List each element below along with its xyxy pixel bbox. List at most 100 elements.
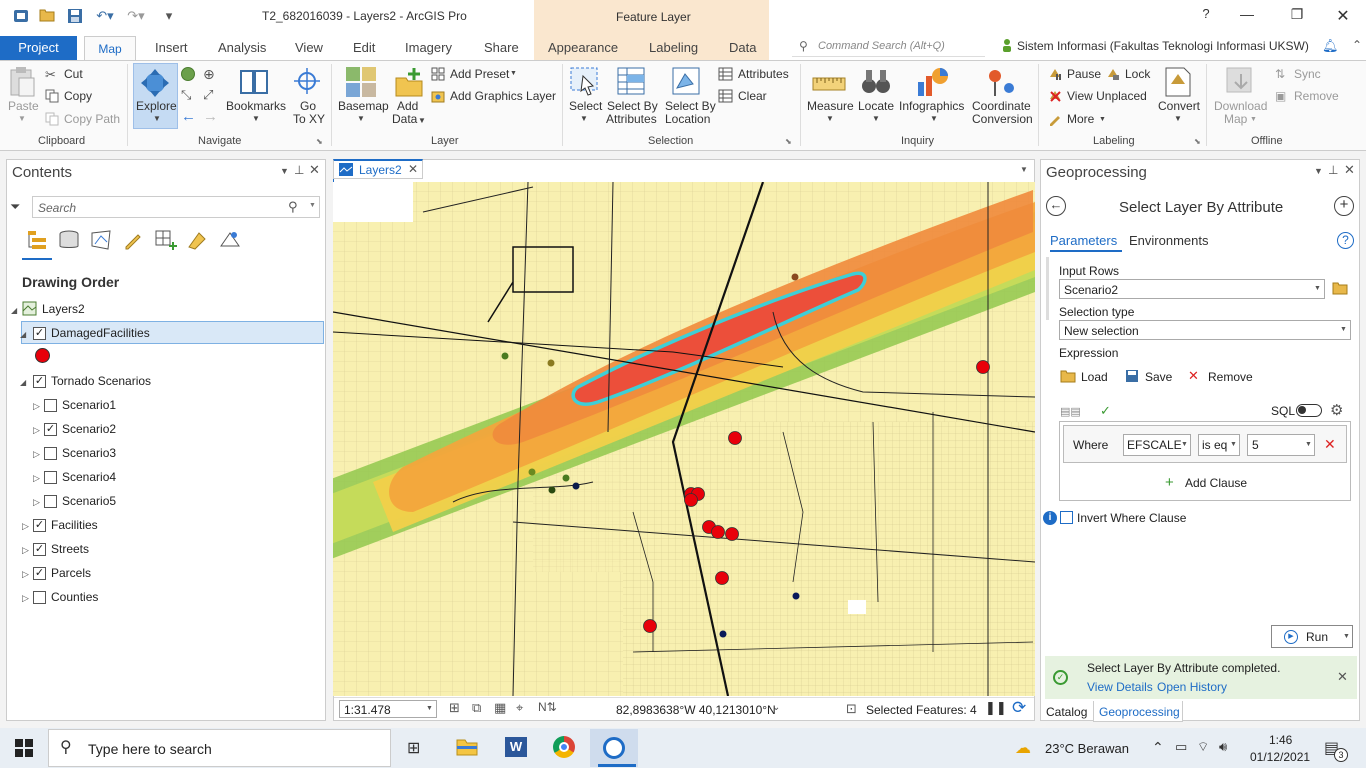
add-preset-dropdown-icon[interactable]: ▼ (510, 70, 517, 77)
measure-dropdown-icon[interactable]: ▼ (826, 114, 834, 123)
facility-point[interactable] (501, 352, 509, 360)
expand-map-icon[interactable]: ◢ (11, 306, 17, 315)
expand-counties-icon[interactable]: ▷ (22, 593, 29, 604)
bookmarks-button[interactable]: Bookmarks (226, 100, 286, 113)
damaged-facility-point[interactable] (728, 431, 742, 445)
damaged-facility-point[interactable] (643, 619, 657, 633)
selection-type-dropdown-icon[interactable]: ▼ (1340, 326, 1347, 333)
facility-point[interactable] (528, 468, 536, 476)
expand-facilities-icon[interactable]: ▷ (22, 521, 29, 532)
snapping-icon[interactable]: ⌖ (516, 700, 523, 716)
weather-text[interactable]: 23°C Berawan (1045, 741, 1129, 756)
tray-chevron-icon[interactable]: ⌃ (1152, 739, 1164, 756)
tab-environments[interactable]: Environments (1129, 233, 1208, 248)
file-explorer-icon[interactable] (456, 738, 478, 756)
info-icon[interactable]: i (1043, 511, 1057, 525)
download-map-dropdown-icon[interactable]: ▼ (1250, 116, 1257, 123)
input-rows-select[interactable]: Scenario2 ▼ (1059, 279, 1325, 299)
layer-name-scenario4[interactable]: Scenario4 (62, 470, 116, 484)
convert-button[interactable]: Convert (1158, 100, 1200, 113)
redo-icon[interactable]: ↷▾ (123, 8, 149, 24)
geo-close-icon[interactable]: ✕ (1344, 162, 1355, 178)
customize-qat-icon[interactable]: ▾ (160, 8, 178, 24)
search-options-icon[interactable]: ▼ (309, 202, 316, 209)
layer-checkbox-streets[interactable]: ✓ (33, 543, 46, 556)
geo-options-icon[interactable]: ▼ (1314, 166, 1323, 176)
field-select[interactable]: EFSCALE ▼ (1123, 434, 1191, 456)
zoom-out-fixed-icon[interactable]: ⤡ (181, 87, 191, 103)
add-preset-button[interactable]: Add Preset (450, 68, 509, 81)
geo-pin-icon[interactable]: ⊥ (1328, 163, 1338, 177)
add-data-dropdown-icon[interactable]: ▼ (418, 116, 426, 125)
bottom-tab-catalog[interactable]: Catalog (1046, 705, 1087, 719)
locate-button[interactable]: Locate (858, 100, 894, 113)
load-button[interactable]: Load (1081, 370, 1108, 384)
wifi-icon[interactable]: ⌔ (1197, 739, 1209, 755)
operator-dropdown-icon[interactable]: ▼ (1230, 441, 1237, 448)
view-unplaced-button[interactable]: View Unplaced (1067, 90, 1147, 103)
invert-where-checkbox[interactable] (1060, 511, 1073, 524)
paste-button[interactable]: Paste (8, 100, 39, 113)
scale-selector[interactable]: 1:31.478 ▼ (339, 700, 437, 718)
operator-select[interactable]: is eq ▼ (1198, 434, 1240, 456)
go-to-xy-label-2[interactable]: To XY (293, 113, 325, 126)
damaged-facility-symbol[interactable] (35, 348, 50, 363)
tab-labeling[interactable]: Labeling (649, 40, 698, 55)
layer-name-scenario1[interactable]: Scenario1 (62, 398, 116, 412)
bottom-tab-geoprocessing[interactable]: Geoprocessing (1099, 705, 1180, 719)
basemap-dropdown-icon[interactable]: ▼ (357, 114, 365, 123)
verify-expression-icon[interactable]: ✓ (1100, 403, 1111, 419)
select-button[interactable]: Select (569, 100, 602, 113)
paste-icon[interactable] (8, 66, 38, 98)
layer-checkbox-scenario5[interactable] (44, 495, 57, 508)
previous-extent-icon[interactable]: ← (181, 108, 196, 125)
expression-builder-icon[interactable]: ▤▤ (1060, 405, 1081, 418)
measure-button[interactable]: Measure (807, 100, 854, 113)
pause-drawing-icon[interactable]: ❚❚ (985, 700, 1007, 716)
word-icon[interactable]: W (505, 737, 527, 757)
north-arrow-icon[interactable]: N⇅ (538, 700, 557, 714)
pause-button[interactable]: Pause (1067, 68, 1101, 81)
undo-icon[interactable]: ↶▾ (92, 8, 118, 24)
volume-icon[interactable]: 🔊︎ (1219, 739, 1227, 755)
tab-view[interactable]: View (295, 40, 323, 55)
layer-name-scenario3[interactable]: Scenario3 (62, 446, 116, 460)
facility-point[interactable] (791, 273, 799, 281)
layer-checkbox-counties[interactable] (33, 591, 46, 604)
notification-bell-icon[interactable]: 🔔︎ (1322, 38, 1339, 54)
list-by-perspective-imagery-icon[interactable] (218, 228, 242, 252)
tab-insert[interactable]: Insert (155, 40, 188, 55)
map-tab-close-icon[interactable]: ✕ (408, 162, 418, 176)
layer-name-parcels[interactable]: Parcels (51, 566, 91, 580)
browse-folder-icon[interactable] (1332, 281, 1348, 295)
sync-button[interactable]: Sync (1294, 68, 1321, 81)
fixed-zoom-in-icon[interactable]: ⊕ (203, 66, 215, 83)
more-button[interactable]: More (1067, 113, 1094, 126)
list-by-drawing-order-icon[interactable] (26, 228, 50, 252)
clock-date[interactable]: 01/12/2021 (1250, 750, 1310, 764)
command-search-input[interactable]: Command Search (Alt+Q) (792, 37, 985, 57)
map-name[interactable]: Layers2 (42, 302, 85, 316)
facility-point[interactable] (572, 482, 580, 490)
chrome-icon[interactable] (553, 736, 575, 758)
filter-icon[interactable]: ⏷ (10, 199, 20, 215)
user-account[interactable]: Sistem Informasi (Fakultas Teknologi Inf… (1017, 39, 1309, 53)
dismiss-status-icon[interactable]: ✕ (1337, 669, 1348, 685)
layer-name-facilities[interactable]: Facilities (51, 518, 98, 532)
list-by-data-source-icon[interactable] (58, 229, 80, 251)
layer-name-scenario2[interactable]: Scenario2 (62, 422, 116, 436)
labeling-launcher-icon[interactable]: ⬊ (1194, 137, 1201, 146)
tab-appearance[interactable]: Appearance (548, 40, 618, 55)
select-by-attributes-label-2[interactable]: Attributes (606, 113, 657, 126)
fixed-scale-icon[interactable]: ⧉ (472, 700, 481, 716)
contents-options-icon[interactable]: ▼ (280, 166, 289, 176)
select-by-location-label-2[interactable]: Location (665, 113, 710, 126)
add-clause-button[interactable]: Add Clause (1185, 476, 1247, 490)
more-dropdown-icon[interactable]: ▼ (1099, 116, 1106, 123)
facility-point[interactable] (547, 359, 555, 367)
remove-offline-button[interactable]: Remove (1294, 90, 1339, 103)
expand-scenario4-icon[interactable]: ▷ (33, 473, 40, 484)
run-button[interactable]: ▶ Run ▼ (1271, 625, 1353, 648)
copy-button[interactable]: Copy (64, 90, 92, 103)
damaged-facility-point[interactable] (725, 527, 739, 541)
